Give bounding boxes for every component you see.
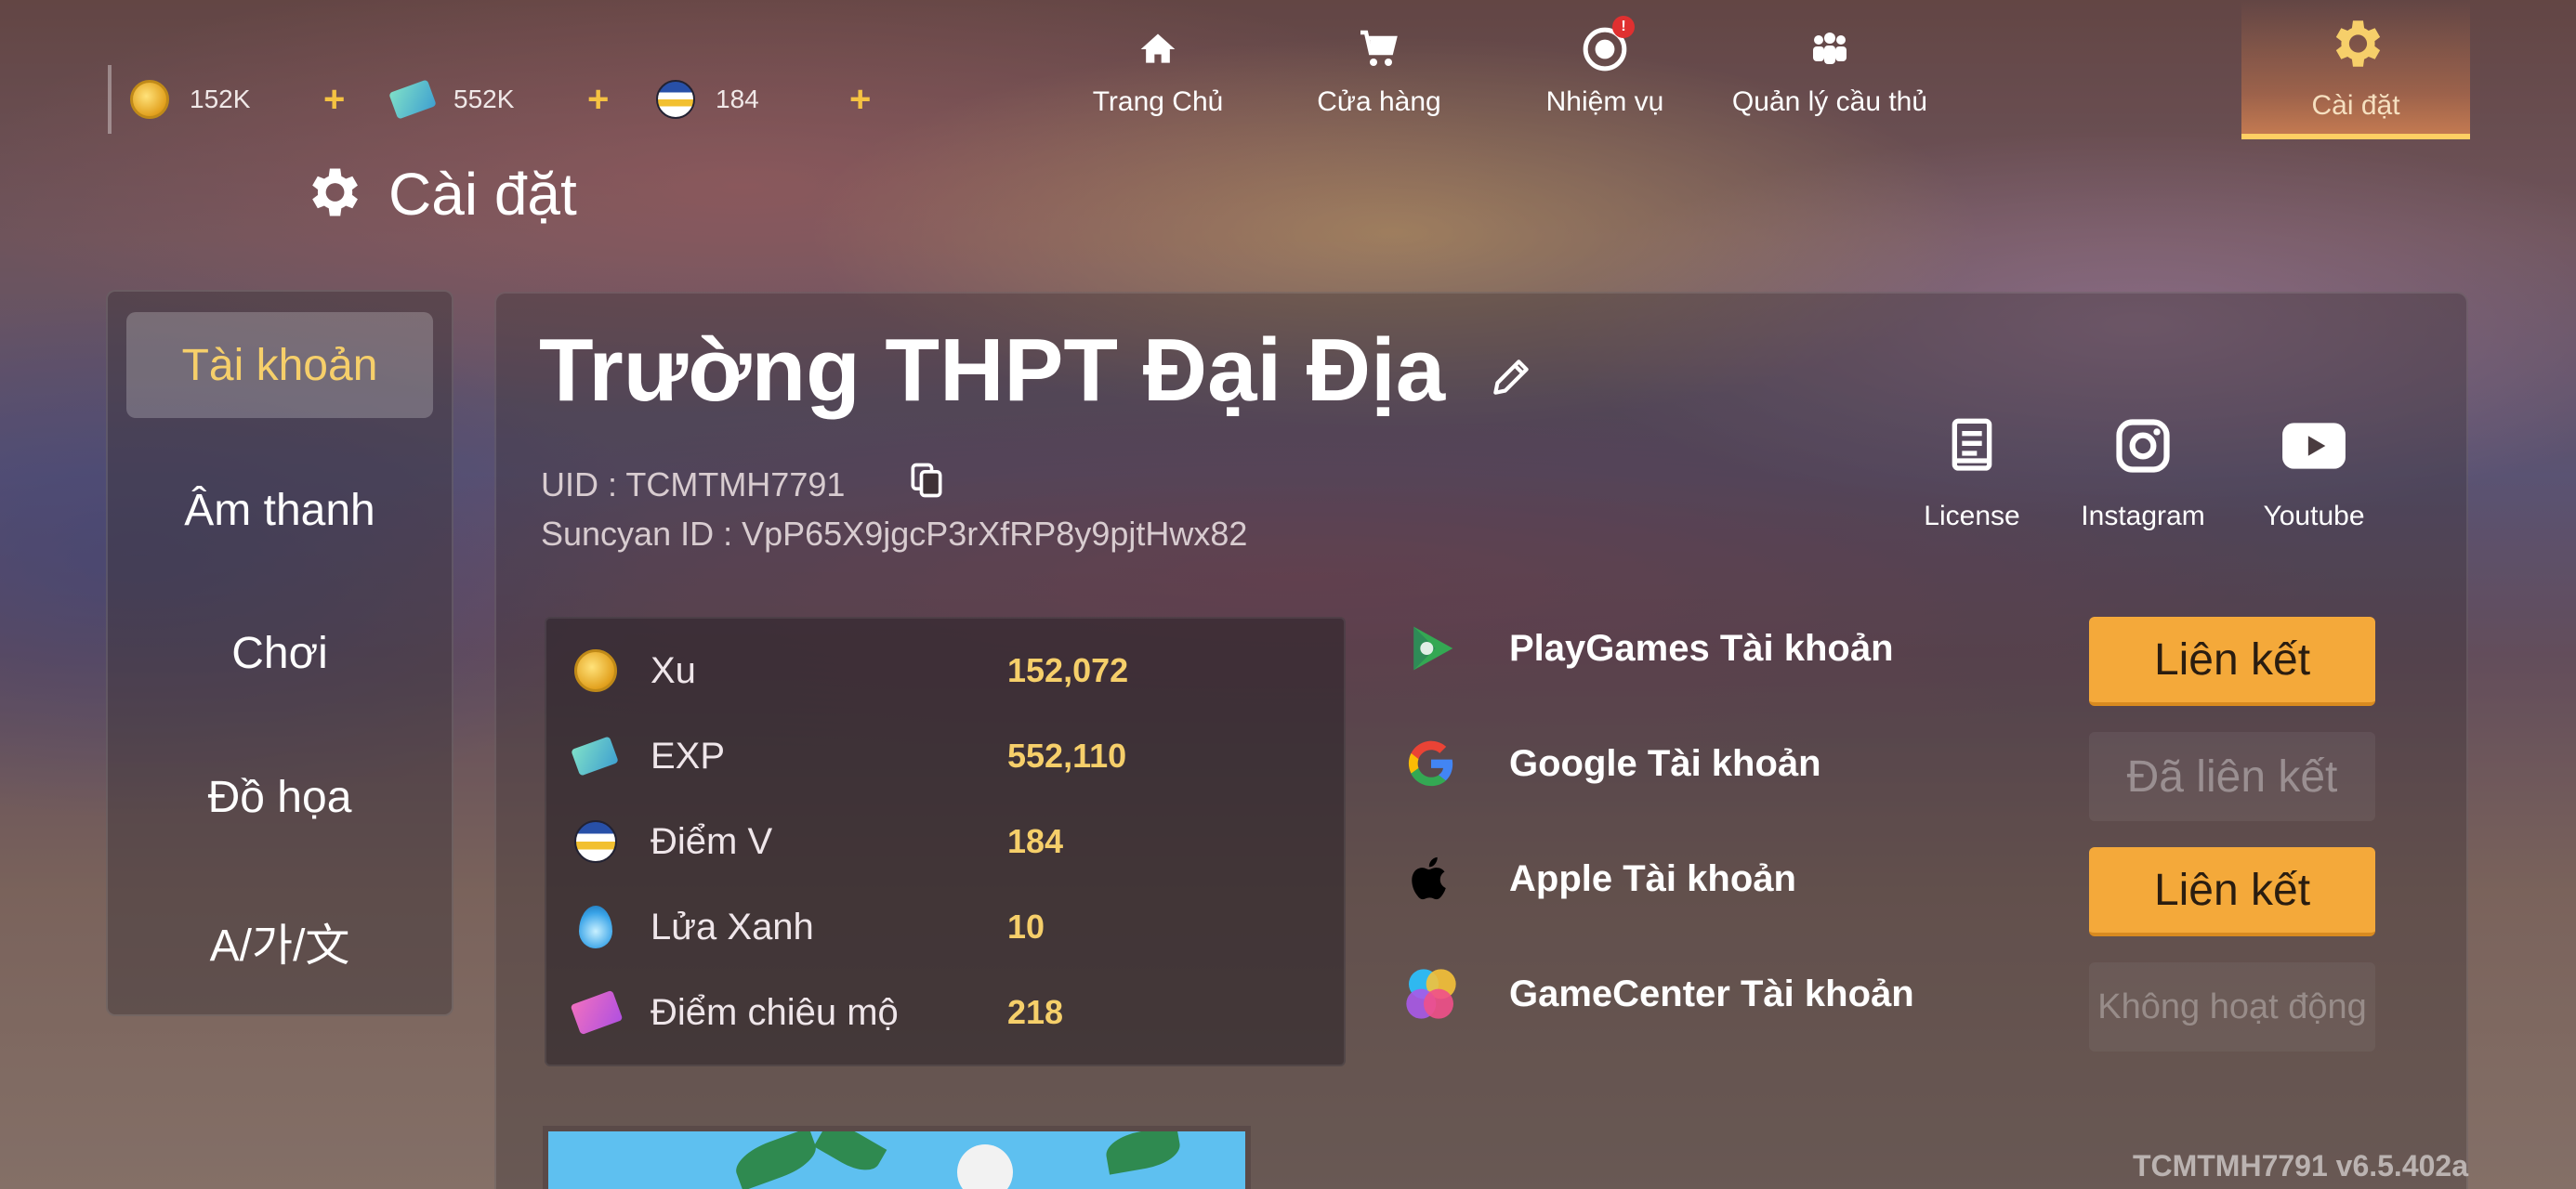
nav-home-label: Trang Chủ bbox=[1092, 86, 1224, 117]
add-exp-button[interactable]: + bbox=[587, 79, 624, 121]
coin-value: 152K bbox=[190, 85, 251, 113]
team-icon bbox=[1802, 21, 1858, 77]
settings-gear-icon bbox=[301, 161, 364, 229]
add-coin-button[interactable]: + bbox=[323, 79, 361, 121]
nav-players[interactable]: Quản lý cầu thủ bbox=[1708, 0, 1952, 139]
currency-exp: 552K + bbox=[388, 79, 624, 121]
top-nav: Trang Chủ Cửa hàng ! Nhiệm vụ Quản lý cầ… bbox=[1059, 0, 1952, 139]
link-playgames-button[interactable]: Liên kết bbox=[2089, 617, 2375, 706]
apple-icon bbox=[1401, 849, 1461, 908]
sidebar-item-account[interactable]: Tài khoản bbox=[126, 312, 433, 418]
stat-row: Điểm chiêu mộ 218 bbox=[570, 985, 1063, 1040]
youtube-link[interactable]: Youtube bbox=[2228, 414, 2399, 532]
uid-text: UID : TCMTMH7791 bbox=[541, 464, 846, 503]
account-label: GameCenter Tài khoản bbox=[1509, 973, 1914, 1014]
nav-shop-label: Cửa hàng bbox=[1317, 86, 1441, 117]
settings-sidebar: Tài khoản Âm thanh Chơi Đồ họa A/가/文 bbox=[106, 290, 453, 1016]
stat-row: Điểm V 184 bbox=[574, 814, 1063, 869]
edit-name-pencil-icon[interactable] bbox=[1488, 320, 1534, 422]
account-row-apple: Apple Tài khoản bbox=[1401, 832, 1796, 925]
stat-label: Lửa Xanh bbox=[651, 906, 814, 947]
stat-label: Điểm V bbox=[651, 820, 773, 862]
stat-row: Xu 152,072 bbox=[574, 643, 1128, 699]
currency-vpoint: 184 + bbox=[656, 79, 887, 121]
instagram-icon bbox=[2111, 414, 2175, 482]
cart-icon bbox=[1351, 21, 1407, 77]
youtube-icon bbox=[2280, 414, 2348, 482]
stat-label: Xu bbox=[651, 649, 696, 691]
nav-settings[interactable]: Cài đặt bbox=[2241, 0, 2470, 139]
coin-icon bbox=[130, 80, 169, 119]
vpoint-value: 184 bbox=[716, 85, 759, 113]
volleyball-icon bbox=[574, 820, 617, 863]
exp-value: 552K bbox=[453, 85, 515, 113]
stat-value: 218 bbox=[1007, 993, 1064, 1031]
profile-name: Trường THPT Đại Địa bbox=[539, 320, 1446, 420]
instagram-link[interactable]: Instagram bbox=[2057, 414, 2228, 532]
link-apple-button[interactable]: Liên kết bbox=[2089, 847, 2375, 936]
page-title: Cài đặt bbox=[301, 160, 577, 229]
game-center-icon bbox=[1401, 964, 1461, 1024]
sidebar-item-language[interactable]: A/가/文 bbox=[126, 888, 433, 994]
stat-row: Lửa Xanh 10 bbox=[574, 899, 1045, 955]
youtube-label: Youtube bbox=[2263, 501, 2365, 531]
nav-missions[interactable]: ! Nhiệm vụ bbox=[1502, 0, 1708, 139]
stat-value: 184 bbox=[1007, 822, 1064, 860]
stat-value: 10 bbox=[1007, 908, 1045, 946]
stat-row: EXP 552,110 bbox=[571, 728, 1126, 784]
page-title-text: Cài đặt bbox=[388, 161, 577, 228]
stat-label: EXP bbox=[651, 735, 726, 777]
account-row-gamecenter: GameCenter Tài khoản bbox=[1401, 947, 1914, 1040]
banner-image[interactable] bbox=[543, 1126, 1251, 1189]
missions-badge: ! bbox=[1612, 16, 1635, 38]
google-icon bbox=[1401, 734, 1461, 793]
target-icon: ! bbox=[1577, 16, 1635, 77]
nav-shop[interactable]: Cửa hàng bbox=[1256, 0, 1502, 139]
stat-value: 152,072 bbox=[1007, 651, 1129, 689]
stat-label: Điểm chiêu mộ bbox=[651, 991, 899, 1033]
volleyball-icon bbox=[656, 80, 695, 119]
account-label: PlayGames Tài khoản bbox=[1509, 627, 1894, 669]
add-vpoint-button[interactable]: + bbox=[849, 79, 887, 121]
copy-uid-icon[interactable] bbox=[906, 459, 947, 510]
social-links: License Instagram Youtube bbox=[1886, 414, 2399, 532]
currency-coin: 152K + bbox=[130, 79, 361, 121]
blue-flame-icon bbox=[579, 906, 612, 948]
license-label: License bbox=[1924, 501, 2020, 531]
nav-players-label: Quản lý cầu thủ bbox=[1731, 86, 1928, 117]
sidebar-item-play[interactable]: Chơi bbox=[126, 600, 433, 706]
nav-home[interactable]: Trang Chủ bbox=[1059, 0, 1256, 139]
nav-missions-label: Nhiệm vụ bbox=[1545, 86, 1664, 117]
exp-ticket-icon bbox=[571, 736, 619, 777]
gamecenter-inactive-button[interactable]: Không hoạt động bbox=[2089, 962, 2375, 1052]
sidebar-item-graphics[interactable]: Đồ họa bbox=[126, 744, 433, 850]
uid-row: UID : TCMTMH7791 bbox=[541, 459, 947, 510]
account-row-google: Google Tài khoản bbox=[1401, 717, 1821, 810]
instagram-label: Instagram bbox=[2081, 501, 2205, 531]
currency-bar: 152K + 552K + 184 + bbox=[108, 65, 918, 134]
home-icon bbox=[1130, 21, 1186, 77]
currency-stats: Xu 152,072 EXP 552,110 Điểm V 184 Lửa Xa… bbox=[545, 617, 1346, 1066]
gear-icon bbox=[2325, 13, 2386, 79]
account-row-playgames: PlayGames Tài khoản bbox=[1401, 602, 1894, 695]
coin-icon bbox=[574, 649, 617, 692]
sidebar-item-sound[interactable]: Âm thanh bbox=[126, 457, 433, 563]
book-icon bbox=[1942, 414, 2002, 482]
license-link[interactable]: License bbox=[1886, 414, 2057, 532]
exp-ticket-icon bbox=[388, 79, 437, 120]
stat-value: 552,110 bbox=[1007, 737, 1127, 775]
profile-name-row: Trường THPT Đại Địa bbox=[539, 320, 1534, 422]
version-text: TCMTMH7791 v6.5.402a bbox=[2132, 1149, 2468, 1182]
suncyan-id: Suncyan ID : VpP65X9jgcP3rXfRP8y9pjtHwx8… bbox=[541, 515, 1248, 553]
nav-settings-label: Cài đặt bbox=[2311, 89, 2400, 121]
recruit-ticket-icon bbox=[570, 989, 624, 1036]
google-linked-button[interactable]: Đã liên kết bbox=[2089, 732, 2375, 821]
play-games-icon bbox=[1401, 619, 1461, 678]
account-label: Apple Tài khoản bbox=[1509, 857, 1796, 899]
account-label: Google Tài khoản bbox=[1509, 742, 1821, 784]
